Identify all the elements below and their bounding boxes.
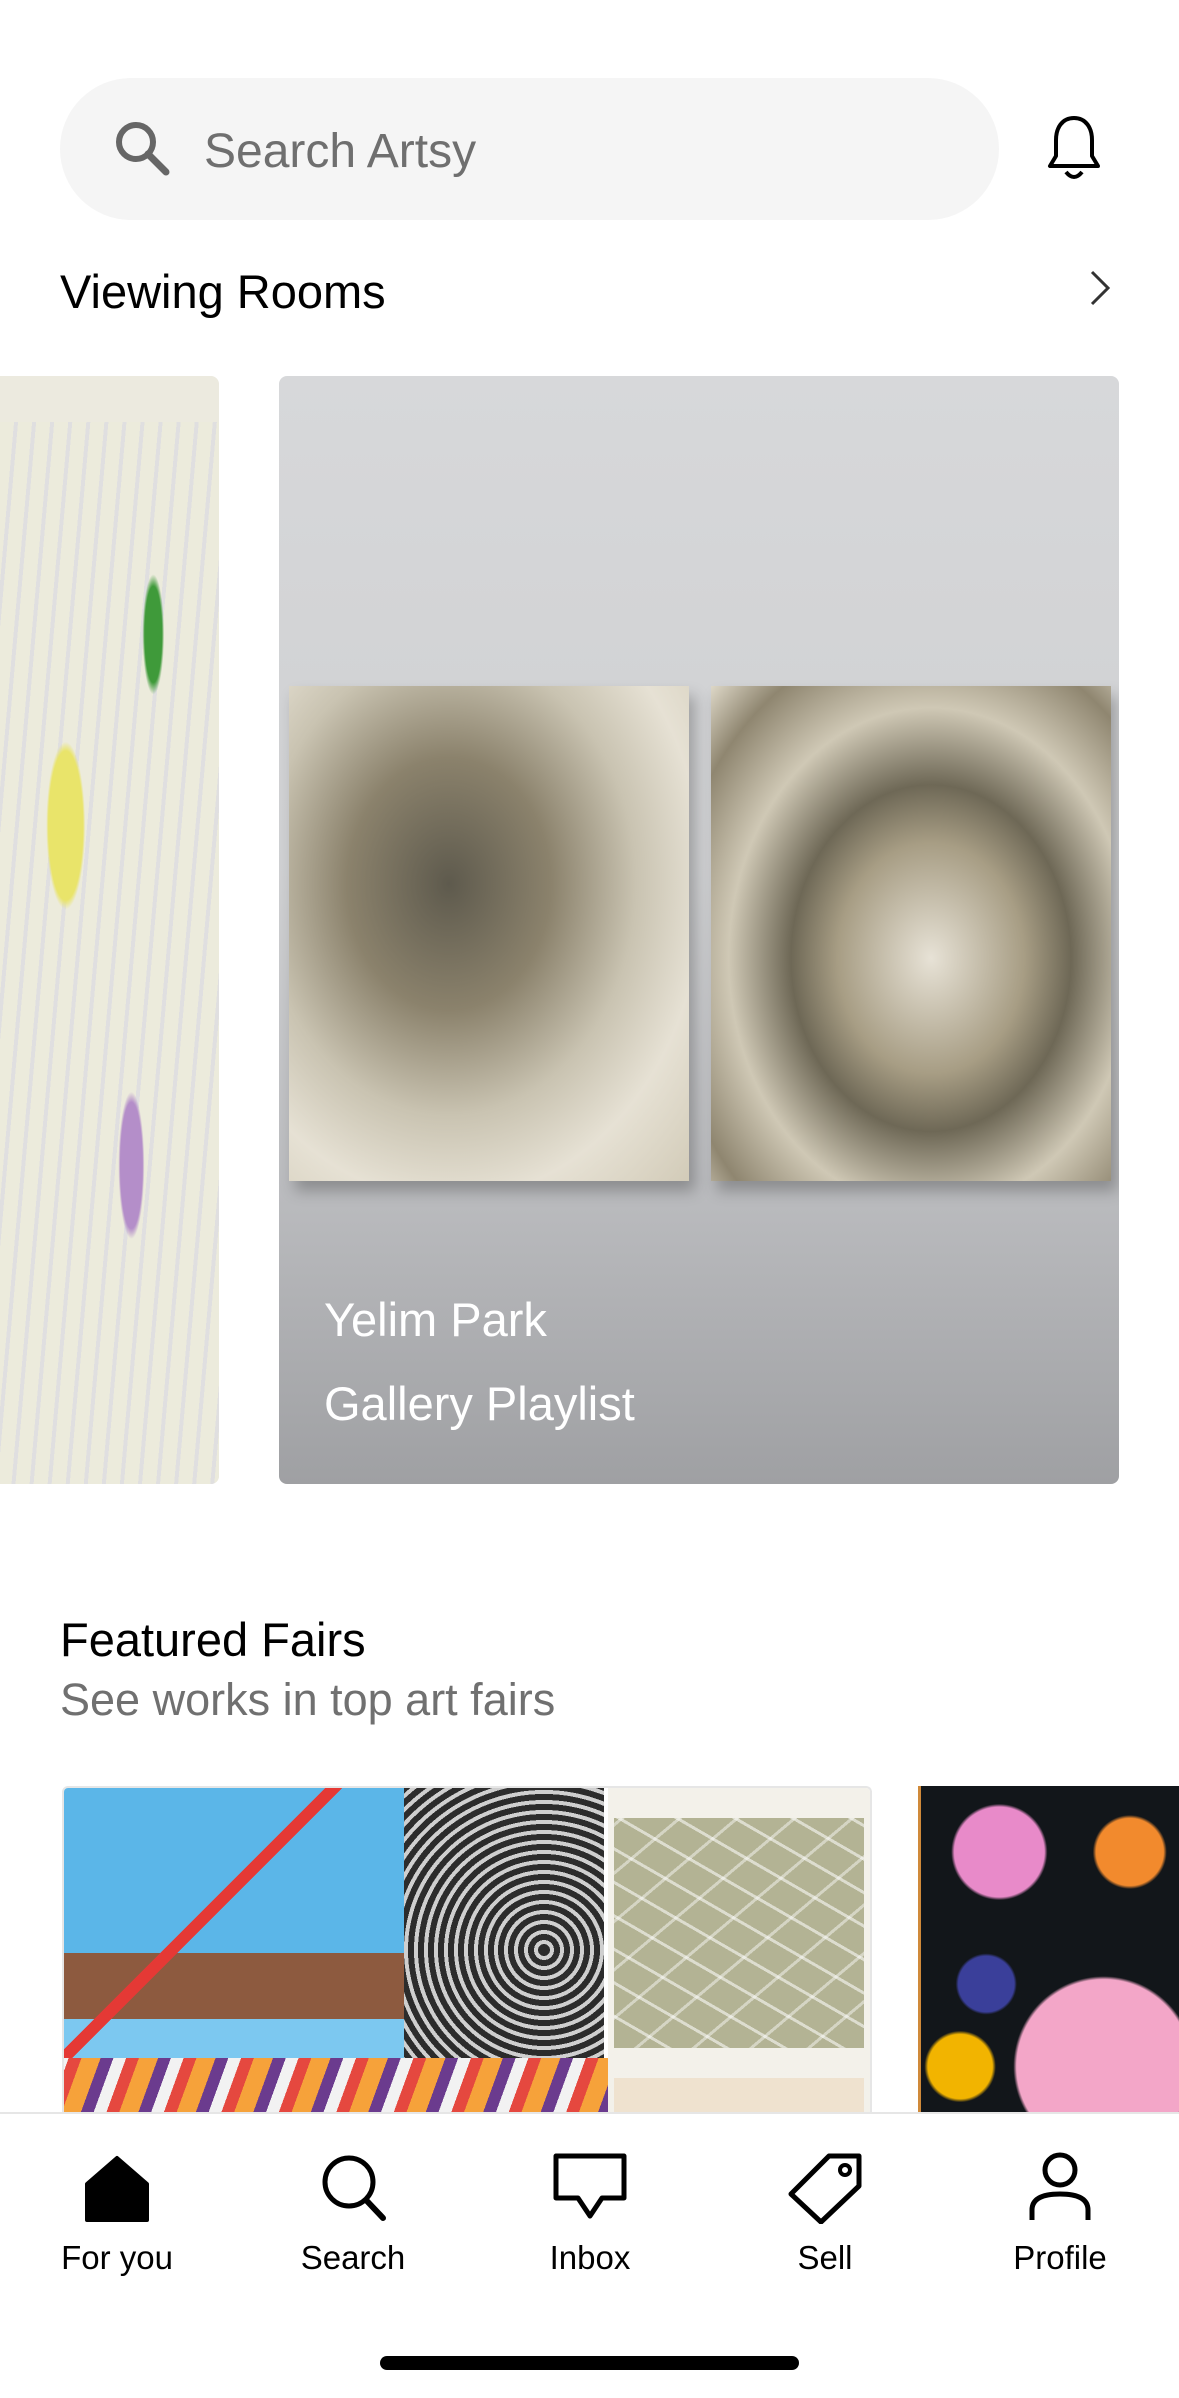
- tab-inbox[interactable]: Inbox: [490, 2150, 690, 2310]
- tab-label: For you: [61, 2239, 173, 2276]
- tab-label: Profile: [1013, 2239, 1107, 2276]
- fair-artwork-image: [64, 1788, 664, 2118]
- home-icon: [85, 2156, 149, 2222]
- viewing-room-card[interactable]: Yelim Park Gallery Playlist: [279, 376, 1119, 1484]
- fair-artwork-image: [608, 1788, 870, 2118]
- tab-label: Sell: [797, 2239, 853, 2276]
- viewing-room-name: Yelim Park: [324, 1293, 547, 1346]
- artwork-image: [0, 422, 219, 1484]
- artwork-panel-right: [711, 686, 1111, 1181]
- tag-icon: [788, 2153, 862, 2224]
- fair-card[interactable]: [62, 1786, 872, 2118]
- tab-label: Inbox: [549, 2239, 631, 2276]
- tab-label: Search: [300, 2239, 406, 2276]
- tab-search[interactable]: Search: [253, 2150, 453, 2310]
- artwork-panel-left: [289, 686, 689, 1181]
- search-icon: [322, 2155, 386, 2221]
- tab-sell[interactable]: Sell: [725, 2150, 925, 2310]
- section-title-viewing-rooms: Viewing Rooms: [60, 265, 386, 318]
- profile-icon: [1029, 2152, 1091, 2220]
- search-icon: [116, 122, 170, 176]
- viewing-room-subtitle: Gallery Playlist: [324, 1377, 635, 1430]
- search-input-placeholder[interactable]: Search Artsy: [204, 120, 476, 184]
- tab-profile[interactable]: Profile: [960, 2150, 1160, 2310]
- bell-icon[interactable]: [1044, 112, 1104, 184]
- viewing-room-card-previous[interactable]: [0, 376, 219, 1484]
- inbox-icon: [553, 2153, 627, 2219]
- home-indicator: [380, 2356, 799, 2370]
- section-title-featured-fairs: Featured Fairs: [60, 1613, 366, 1666]
- chevron-right-icon[interactable]: [1088, 268, 1112, 308]
- tab-for-you[interactable]: For you: [17, 2150, 217, 2310]
- fair-card[interactable]: [918, 1786, 1179, 2116]
- section-subtitle-featured-fairs: See works in top art fairs: [60, 1674, 556, 1725]
- search-bar[interactable]: [60, 78, 999, 220]
